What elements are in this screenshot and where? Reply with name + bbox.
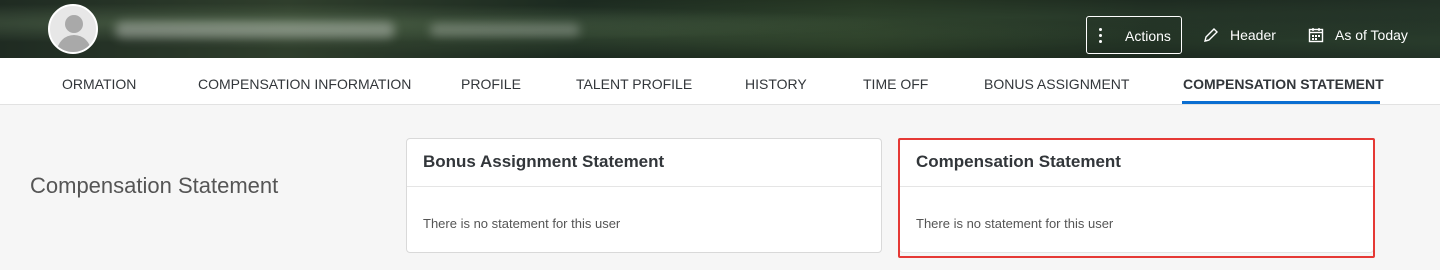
tab-profile[interactable]: PROFILE <box>461 76 521 92</box>
tab-time-off[interactable]: TIME OFF <box>863 76 928 92</box>
calendar-icon[interactable] <box>1308 27 1324 43</box>
employee-name-blurred <box>115 22 395 38</box>
tab-compensation-statement[interactable]: COMPENSATION STATEMENT <box>1183 76 1384 92</box>
tab-compensation-information[interactable]: COMPENSATION INFORMATION <box>198 76 411 92</box>
tab-bar: ORMATION COMPENSATION INFORMATION PROFIL… <box>0 58 1440 105</box>
card-title: Bonus Assignment Statement <box>423 152 665 171</box>
card-message: There is no statement for this user <box>423 216 621 231</box>
more-vertical-icon <box>1099 28 1103 44</box>
employee-subtitle-blurred <box>430 24 580 36</box>
highlight-box <box>898 138 1375 258</box>
avatar-head <box>65 15 83 33</box>
actions-label: Actions <box>1125 28 1171 44</box>
pencil-icon[interactable] <box>1203 27 1219 43</box>
avatar-body <box>57 35 91 52</box>
header-link[interactable]: Header <box>1230 27 1276 43</box>
profile-header: Actions Header As of Today <box>0 0 1440 58</box>
tab-talent-profile[interactable]: TALENT PROFILE <box>576 76 692 92</box>
tab-bonus-assignment[interactable]: BONUS ASSIGNMENT <box>984 76 1129 92</box>
tab-information[interactable]: ORMATION <box>62 76 136 92</box>
as-of-today-link[interactable]: As of Today <box>1335 27 1408 43</box>
tab-history[interactable]: HISTORY <box>745 76 807 92</box>
active-tab-indicator <box>1182 101 1380 104</box>
section-title: Compensation Statement <box>30 173 279 198</box>
actions-button[interactable]: Actions <box>1086 16 1182 54</box>
avatar[interactable] <box>48 4 98 54</box>
bonus-assignment-statement-card: Bonus Assignment Statement There is no s… <box>406 138 882 253</box>
card-divider <box>407 186 881 187</box>
